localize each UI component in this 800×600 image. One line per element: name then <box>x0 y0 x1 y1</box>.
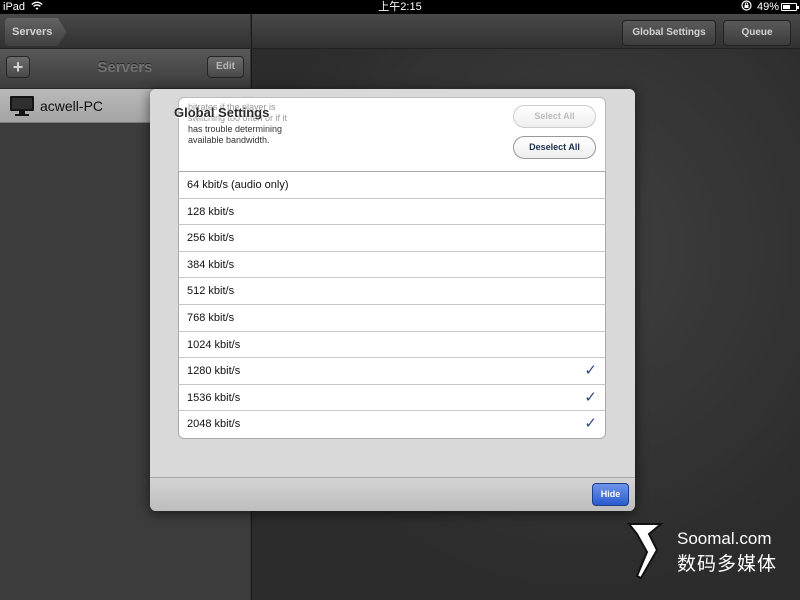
bitrate-label: 1280 kbit/s <box>187 365 241 378</box>
bitrate-row[interactable]: 256 kbit/s <box>179 225 605 252</box>
battery-icon <box>781 3 799 11</box>
bitrate-label: 1024 kbit/s <box>187 338 241 351</box>
status-time: 上午2:15 <box>378 1 422 13</box>
soomal-logo <box>626 523 664 580</box>
checkmark-icon: ✓ <box>584 388 597 406</box>
modal-title: Global Settings <box>174 105 270 120</box>
hint-line: has trouble determining <box>188 124 283 134</box>
bitrate-label: 1536 kbit/s <box>187 391 241 404</box>
bitrate-label: 512 kbit/s <box>187 285 235 298</box>
bitrate-label: 384 kbit/s <box>187 258 235 271</box>
bitrate-row[interactable]: 1024 kbit/s <box>179 332 605 359</box>
battery-percentage: 49% <box>756 1 779 13</box>
bitrate-row[interactable]: 768 kbit/s <box>179 305 605 332</box>
modal-footer: Hide <box>150 477 635 511</box>
bitrate-row[interactable]: 1280 kbit/s ✓ <box>179 358 605 385</box>
hint-line: available bandwidth. <box>188 135 270 145</box>
bitrate-label: 256 kbit/s <box>187 232 235 245</box>
bitrate-row[interactable]: 64 kbit/s (audio only) <box>179 172 605 199</box>
status-bar: iPad 上午2:15 49% <box>0 0 800 14</box>
bitrate-label: 2048 kbit/s <box>187 418 241 431</box>
checkmark-icon: ✓ <box>584 362 597 380</box>
watermark-tagline: 数码多媒体 <box>677 554 778 575</box>
bitrate-label: 64 kbit/s (audio only) <box>187 179 289 191</box>
watermark-site: Soomal.com <box>677 529 772 548</box>
bitrate-row[interactable]: 2048 kbit/s ✓ <box>179 411 605 438</box>
deselect-all-button[interactable]: Deselect All <box>513 136 596 159</box>
modal-body: bitrates if the player is switching too … <box>150 89 635 477</box>
bitrate-row[interactable]: 128 kbit/s <box>179 199 605 226</box>
bitrate-row[interactable]: 384 kbit/s <box>179 252 605 279</box>
checkmark-icon: ✓ <box>584 415 597 433</box>
bitrate-row[interactable]: 512 kbit/s <box>179 278 605 305</box>
select-all-button[interactable]: Select All <box>513 105 596 128</box>
bitrate-row[interactable]: 1536 kbit/s ✓ <box>179 385 605 412</box>
battery-fill <box>783 5 790 9</box>
hide-button[interactable]: Hide <box>592 483 629 506</box>
bitrate-list: 64 kbit/s (audio only) 128 kbit/s 256 kbit… <box>178 171 606 439</box>
bitrate-label: 768 kbit/s <box>187 311 235 324</box>
bitrate-label: 128 kbit/s <box>187 205 235 218</box>
global-settings-modal: bitrates if the player is switching too … <box>150 89 635 511</box>
watermark: Soomal.com 数码多媒体 <box>623 520 793 582</box>
